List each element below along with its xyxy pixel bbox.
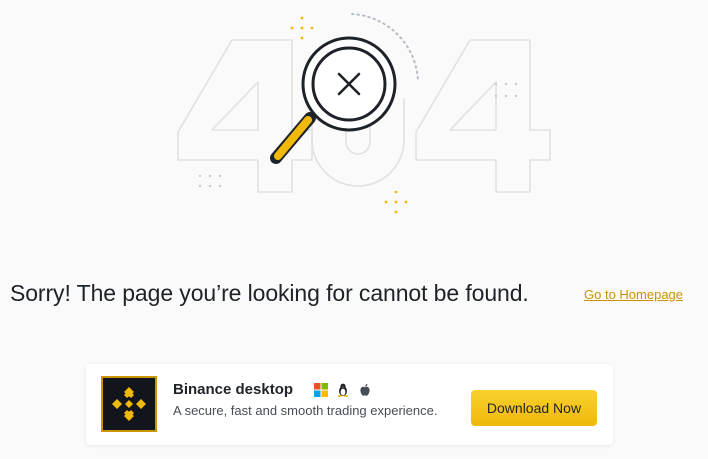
digit-four-left <box>177 39 313 193</box>
go-to-homepage-link[interactable]: Go to Homepage <box>584 287 683 302</box>
linux-icon <box>337 383 349 397</box>
apple-icon <box>360 383 370 396</box>
error-404-illustration <box>177 13 551 214</box>
not-found-message-row: Sorry! The page you’re looking for canno… <box>10 280 700 312</box>
not-found-message: Sorry! The page you’re looking for canno… <box>10 280 529 306</box>
download-now-button[interactable]: Download Now <box>471 390 597 426</box>
windows-icon <box>314 383 328 397</box>
os-icons <box>314 382 372 398</box>
magnifier-x-icon <box>270 36 397 164</box>
digit-four-right <box>415 39 551 193</box>
app-subtitle: A secure, fast and smooth trading experi… <box>173 403 438 418</box>
desktop-download-card: Binance desktop A secure, fast and smoot… <box>86 364 613 445</box>
binance-logo-icon <box>101 376 157 432</box>
not-found-page: Sorry! The page you’re looking for canno… <box>0 0 708 459</box>
app-title: Binance desktop <box>173 381 294 398</box>
